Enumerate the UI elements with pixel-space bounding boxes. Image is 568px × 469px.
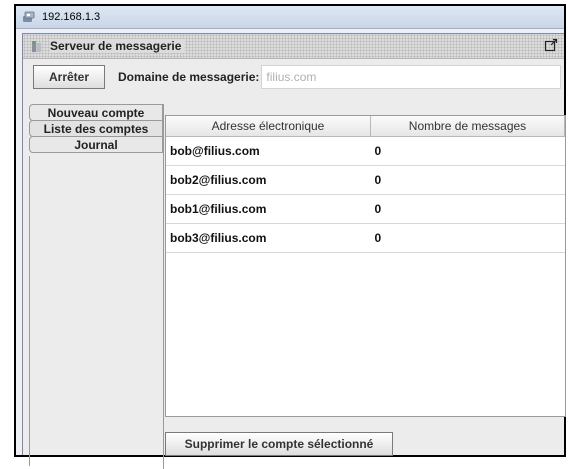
column-header-address[interactable]: Adresse électronique — [166, 116, 371, 137]
tab-new-account[interactable]: Nouveau compte — [29, 104, 163, 121]
server-title: Serveur de messagerie — [50, 39, 186, 53]
server-title-bar[interactable]: Serveur de messagerie — [23, 34, 564, 59]
left-divider — [29, 156, 30, 466]
message-count[interactable]: 0 — [370, 223, 565, 253]
domain-label: Domaine de messagerie: — [118, 70, 260, 84]
network-node-icon — [23, 11, 35, 22]
outer-window: 192.168.1.3 Serveur de messagerie Arrête… — [14, 4, 566, 469]
server-window: Serveur de messagerie Arrêter Domaine de… — [22, 33, 566, 469]
outer-title-bar[interactable]: 192.168.1.3 — [16, 6, 564, 29]
account-address[interactable]: bob1@filius.com — [166, 194, 371, 224]
tab-divider — [163, 104, 164, 469]
table-row[interactable]: bob@filius.com 0 — [166, 136, 565, 166]
tab-account-list[interactable]: Liste des comptes — [29, 120, 163, 137]
server-toolbar: Arrêter Domaine de messagerie: — [23, 59, 564, 95]
accounts-table-panel: Adresse électronique Nombre de messages … — [165, 115, 566, 417]
account-address[interactable]: bob3@filius.com — [166, 223, 371, 253]
tab-log[interactable]: Journal — [29, 136, 163, 153]
tab-strip: Nouveau compte Liste des comptes Journal — [29, 104, 163, 153]
message-count[interactable]: 0 — [370, 136, 565, 166]
table-row[interactable]: bob1@filius.com 0 — [166, 194, 565, 224]
stop-button[interactable]: Arrêter — [33, 65, 105, 89]
message-count[interactable]: 0 — [370, 165, 565, 195]
account-address[interactable]: bob@filius.com — [166, 136, 371, 166]
column-header-message-count[interactable]: Nombre de messages — [370, 116, 565, 137]
table-row[interactable]: bob2@filius.com 0 — [166, 165, 565, 195]
maximize-icon[interactable] — [544, 38, 558, 52]
server-icon — [32, 41, 41, 52]
table-header-row: Adresse électronique Nombre de messages — [166, 116, 565, 137]
domain-input[interactable] — [261, 65, 562, 89]
accounts-table: Adresse électronique Nombre de messages … — [166, 116, 565, 253]
table-row[interactable]: bob3@filius.com 0 — [166, 223, 565, 253]
account-address[interactable]: bob2@filius.com — [166, 165, 371, 195]
delete-account-button[interactable]: Supprimer le compte sélectionné — [165, 432, 393, 456]
window-title: 192.168.1.3 — [42, 11, 101, 23]
message-count[interactable]: 0 — [370, 194, 565, 224]
